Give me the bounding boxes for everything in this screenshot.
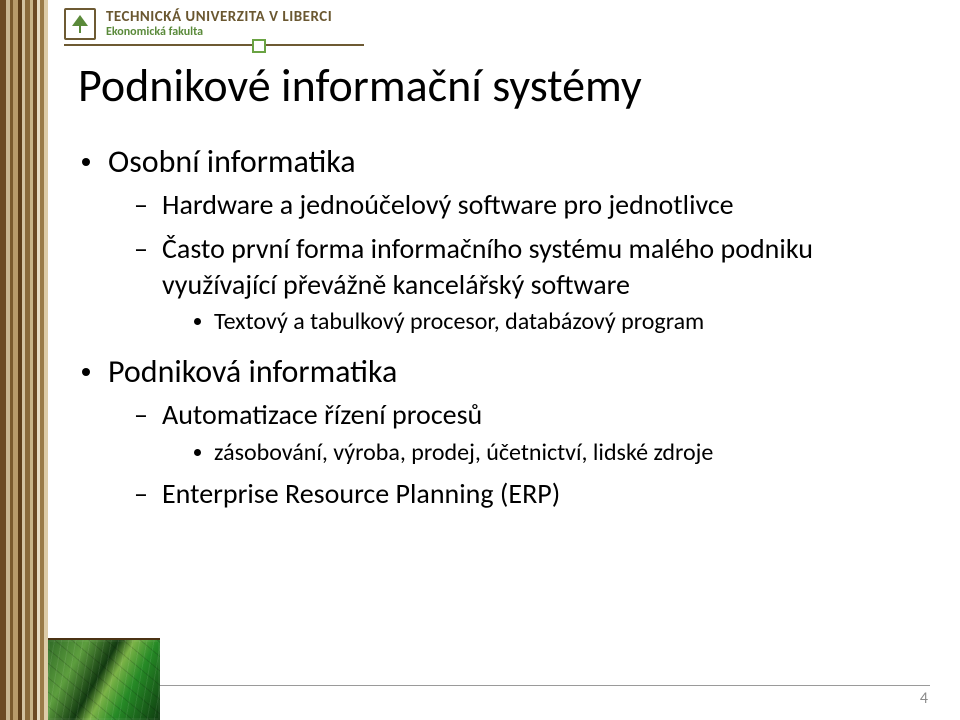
header-underline xyxy=(64,44,364,46)
slide-root: TECHNICKÁ UNIVERZITA V LIBERCI Ekonomick… xyxy=(0,0,960,720)
university-name: TECHNICKÁ UNIVERZITA V LIBERCI Ekonomick… xyxy=(106,10,332,38)
list-item-text: Hardware a jednoúčelový software pro jed… xyxy=(162,187,734,222)
list-item-text: Enterprise Resource Planning (ERP) xyxy=(162,476,560,511)
list-item: Automatizace řízení procesů zásobování, … xyxy=(134,397,920,468)
list-item-text: Automatizace řízení procesů xyxy=(162,397,482,432)
university-line1: TECHNICKÁ UNIVERZITA V LIBERCI xyxy=(106,10,332,26)
list-item: Podniková informatika Automatizace řízen… xyxy=(78,352,920,512)
decorative-side-stripes xyxy=(0,0,48,720)
university-logo-icon xyxy=(64,8,96,40)
list-item: Enterprise Resource Planning (ERP) xyxy=(134,476,920,512)
sub-sub-list: Textový a tabulkový procesor, databázový… xyxy=(192,306,920,337)
sub-list: Hardware a jednoúčelový software pro jed… xyxy=(134,187,920,338)
slide-title: Podnikové informační systémy xyxy=(78,58,920,114)
list-item-text: zásobování, výroba, prodej, účetnictví, … xyxy=(214,438,713,467)
sub-list: Automatizace řízení procesů zásobování, … xyxy=(134,397,920,512)
bullet-list: Osobní informatika Hardware a jednoúčelo… xyxy=(78,142,920,512)
decorative-corner-art xyxy=(48,638,160,720)
list-item: Textový a tabulkový procesor, databázový… xyxy=(192,306,920,337)
list-item-text: Podniková informatika xyxy=(108,352,397,391)
footer-rule xyxy=(160,685,930,686)
list-item-text: Textový a tabulkový procesor, databázový… xyxy=(214,307,704,336)
decorative-square-icon xyxy=(252,39,266,53)
slide-content: Podnikové informační systémy Osobní info… xyxy=(78,58,920,526)
university-header: TECHNICKÁ UNIVERZITA V LIBERCI Ekonomick… xyxy=(64,8,332,40)
list-item: zásobování, výroba, prodej, účetnictví, … xyxy=(192,437,920,468)
list-item: Hardware a jednoúčelový software pro jed… xyxy=(134,187,920,223)
list-item: Osobní informatika Hardware a jednoúčelo… xyxy=(78,142,920,338)
list-item-text: Často první forma informačního systému m… xyxy=(162,231,813,302)
list-item: Často první forma informačního systému m… xyxy=(134,231,920,338)
sub-sub-list: zásobování, výroba, prodej, účetnictví, … xyxy=(192,437,920,468)
page-number: 4 xyxy=(920,689,928,708)
university-line2: Ekonomická fakulta xyxy=(106,26,332,39)
list-item-text: Osobní informatika xyxy=(108,142,356,181)
